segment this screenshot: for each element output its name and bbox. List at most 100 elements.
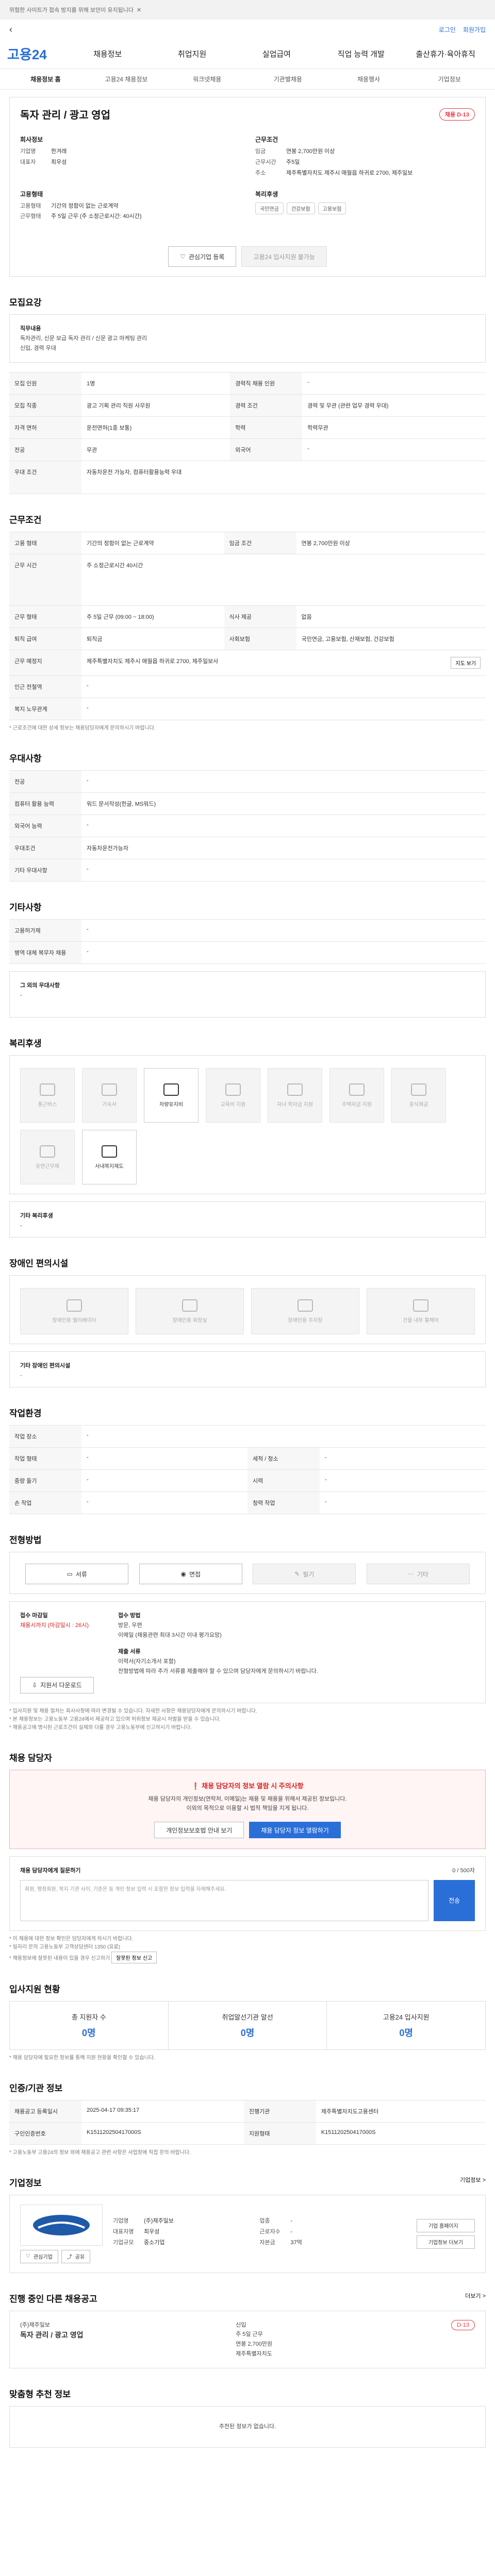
- welfare-item: 통근버스: [20, 1068, 75, 1123]
- view-contact-button[interactable]: 채용 담당자 정보 열람하기: [249, 1822, 341, 1839]
- row-value: 1명: [81, 372, 230, 395]
- facility-label: 건물 내부 휠체어: [403, 1317, 439, 1324]
- contact-title: 채용 담당자: [9, 1753, 52, 1763]
- row-key: 복지 노무관계: [9, 698, 81, 721]
- row-value: -: [81, 815, 486, 838]
- welfare-extra-label: 기타 복리후생: [20, 1213, 53, 1219]
- other-job-company: (주)제주일보: [20, 2321, 50, 2328]
- document-icon: ▭: [67, 1570, 73, 1578]
- close-icon[interactable]: ✕: [137, 7, 141, 13]
- row-value: -: [290, 2218, 293, 2225]
- back-icon[interactable]: ‹: [9, 24, 12, 35]
- stat-total: 총 지원자 수 0명: [10, 2001, 169, 2049]
- table-row: 복지 노무관계 -: [9, 698, 486, 721]
- login-link[interactable]: 로그인: [439, 25, 456, 34]
- row-key: 식사 제공: [224, 605, 296, 629]
- main-nav-item-support[interactable]: 취업지원: [150, 48, 235, 59]
- row-value: -: [290, 2229, 293, 2235]
- brand-logo[interactable]: 고용24: [7, 44, 47, 63]
- table-row: 전공 무관 외국어 -: [9, 438, 486, 462]
- join-link[interactable]: 회원가입: [463, 25, 486, 34]
- sub-nav-item-company[interactable]: 기업정보: [409, 75, 490, 83]
- welfare-item-label: 중식제공: [409, 1101, 428, 1108]
- other-jobs-title: 진행 중인 다른 채용공고: [9, 2294, 97, 2304]
- other-jobs-more[interactable]: 더보기 >: [465, 2292, 486, 2304]
- other-job-card[interactable]: (주)제주일보 독자 관리 / 광고 영업 신입 주 5일 근무 연봉 2,70…: [9, 2310, 486, 2369]
- parking-icon: [298, 1299, 313, 1312]
- company-homepage-button[interactable]: 기업 홈페이지: [416, 2218, 475, 2232]
- job-content-label: 직무내용: [20, 326, 41, 332]
- share-button[interactable]: ⤴ 공유: [61, 2249, 91, 2263]
- elevator-icon: [67, 1299, 82, 1312]
- disabled-extra-label: 기타 장애인 편의시설: [20, 1363, 71, 1369]
- row-key: 시력: [248, 1469, 320, 1493]
- facility-label: 장애인용 엘리베이터: [52, 1317, 96, 1324]
- map-button[interactable]: 지도 보기: [451, 657, 481, 669]
- company-more-link[interactable]: 기업정보 >: [460, 2176, 486, 2189]
- report-button[interactable]: 잘못된 정보 신고: [111, 1951, 157, 1963]
- deadline-badge: 채용 D-13: [439, 108, 475, 121]
- condition-label: 근무조건: [255, 136, 278, 143]
- status-section: 입사지원 현황 총 지원자 수 0명 취업알선기관 알선 0명 고용24 입사지원 0…: [9, 1982, 486, 2062]
- row-value: -: [81, 1469, 248, 1493]
- row-value: (주)제주일보: [144, 2218, 174, 2225]
- row-key: 채용공고 등록일시: [9, 2099, 81, 2123]
- company-more-button[interactable]: 기업정보 더보기: [416, 2235, 475, 2249]
- follow-button[interactable]: ♡ 관심기업: [20, 2249, 58, 2263]
- ask-count: 0 / 500자: [452, 1868, 475, 1874]
- main-nav-item-jobs[interactable]: 채용정보: [65, 48, 150, 59]
- main-nav-item-training[interactable]: 직업 능력 개발: [319, 48, 403, 59]
- sub-nav-item-agency[interactable]: 기관별채용: [248, 75, 328, 83]
- welfare-icon: [40, 1083, 55, 1096]
- apply-button[interactable]: 고용24 입사지원 불가능: [241, 246, 327, 267]
- ask-input[interactable]: 회원, 행정회원, 복지 기관 사이, 기준은 등 개인 정보 입력 시 포함한…: [20, 1879, 428, 1921]
- company-section: 기업정보 기업정보 > ♡ 관심기업 ⤴ 공유 기업명 (주)제주일보 업종 - 대표자명…: [9, 2176, 486, 2273]
- top-notice-bar: 위험한 사이트가 접속 방지를 위해 보안이 유지됩니다 ✕: [0, 0, 495, 20]
- stat-value: 0명: [82, 2027, 96, 2038]
- facility-elevator: 장애인용 엘리베이터: [20, 1288, 128, 1335]
- toilet-icon: [182, 1299, 197, 1312]
- interest-button[interactable]: ♡ 관심기업 등록: [168, 246, 237, 267]
- row-value: 최우성: [144, 2229, 160, 2235]
- stat-value: 0명: [240, 2027, 255, 2038]
- welfare-pill: 건강보험: [286, 202, 315, 214]
- method-title: 우대사항: [9, 754, 42, 764]
- row-key: 근무 예정지: [9, 650, 81, 676]
- step-label: 기타: [417, 1570, 428, 1578]
- welfare-item: 중식제공: [391, 1068, 446, 1123]
- other-job-badge: D-13: [451, 2319, 475, 2330]
- download-button[interactable]: ⇩ 지원서 다운로드: [20, 1676, 94, 1693]
- warn-title: 채용 담당자의 정보 열람 시 주의사항: [202, 1782, 304, 1790]
- other-job-attr: 주 5일 근무: [236, 2331, 263, 2338]
- sub-nav-item-worknet[interactable]: 워크넷채용: [167, 75, 248, 83]
- status-title: 입사지원 현황: [9, 1984, 60, 1994]
- welfare-icon: [349, 1083, 365, 1096]
- row-key: 인근 전철역: [9, 675, 81, 699]
- employ-type-key: 고용형태: [20, 202, 41, 209]
- main-nav: 고용24 채용정보 취업지원 실업급여 직업 능력 개발 출산휴가·육아휴직: [0, 39, 495, 69]
- table-row: 모집 인원 1명 경력직 채용 인원 -: [9, 372, 486, 395]
- env-title: 작업환경: [9, 1409, 42, 1419]
- sub-nav-item-events[interactable]: 채용행사: [328, 75, 409, 83]
- welfare-item-label: 유연근무제: [36, 1163, 59, 1170]
- stat-label: 총 지원자 수: [71, 2013, 106, 2021]
- job-content-text2: 신입, 경력 우대: [20, 345, 56, 351]
- main-nav-item-unemployment[interactable]: 실업급여: [234, 48, 319, 59]
- facility-parking: 장애인용 주차장: [251, 1288, 359, 1335]
- privacy-guide-button[interactable]: 개인정보보호법 안내 보기: [154, 1822, 244, 1839]
- sub-nav-item-home[interactable]: 채용정보 홈: [5, 75, 86, 83]
- row-key: 손 작업: [9, 1492, 81, 1515]
- table-row: 퇴직 급여 퇴직금 사회보험 국민연금, 고용보험, 산재보험, 건강보험: [9, 628, 486, 651]
- main-nav-item-leave[interactable]: 출산휴가·육아휴직: [403, 48, 488, 59]
- docs-value: 이력서(자기소개서 포함): [118, 1658, 176, 1665]
- step-label: 면접: [189, 1570, 201, 1578]
- welfare-item-label: 주택자금 지원: [342, 1101, 372, 1108]
- job-title: 독자 관리 / 광고 영업: [20, 110, 110, 121]
- sub-nav-item-goyong24[interactable]: 고용24 채용정보: [86, 75, 167, 83]
- ask-send-button[interactable]: 전송: [434, 1879, 475, 1921]
- row-value: 경력 및 무관 (관련 업무 경력 우대): [302, 394, 486, 417]
- env-section: 작업환경 작업 장소 - 작업 형태 - 세척 / 청소 - 중량 들기 - 시력 - 손 작…: [9, 1406, 486, 1515]
- row-value: 2025-04-17 09:35:17: [81, 2099, 244, 2123]
- table-row: 근무 시간 주 소정근로시간 40시간: [9, 554, 486, 606]
- row-key: 모집 인원: [9, 372, 81, 395]
